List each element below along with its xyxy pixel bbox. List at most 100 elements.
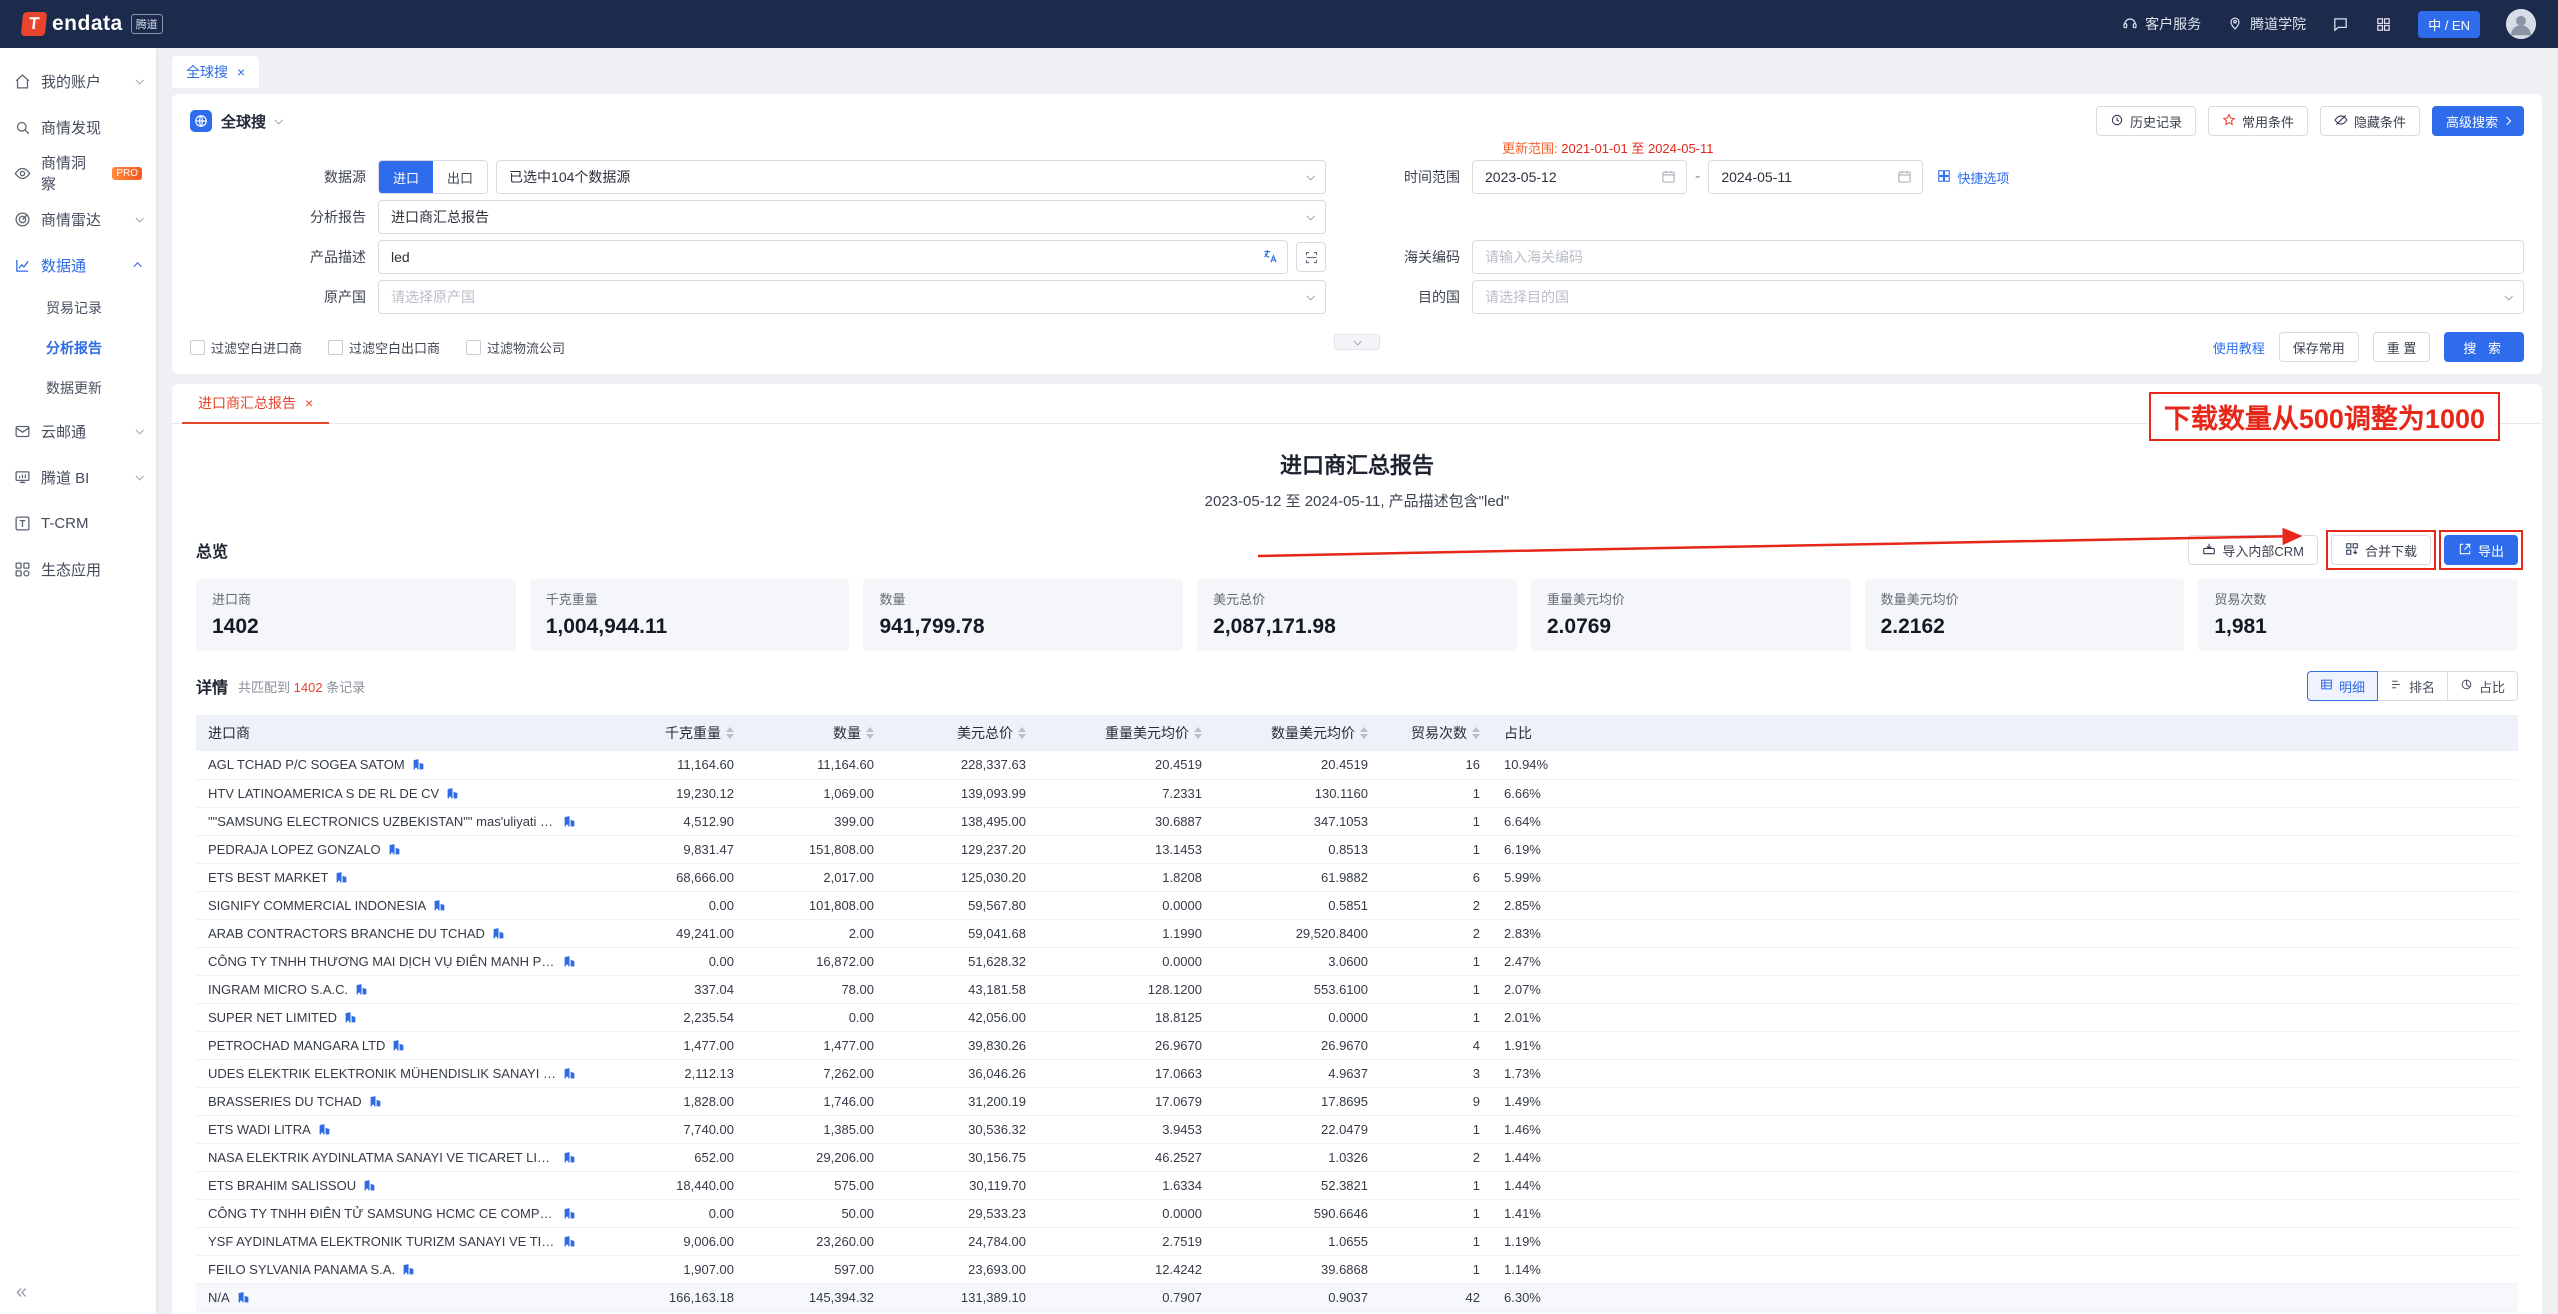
table-row[interactable]: NASA ELEKTRIK AYDINLATMA SANAYI VE TICAR… <box>196 1143 2518 1171</box>
column-header[interactable]: 千克重量 <box>588 715 746 751</box>
product-input[interactable] <box>378 240 1288 274</box>
sidebar-item-analysis-reports[interactable]: 分析报告 <box>0 328 156 368</box>
sidebar-item-data-updates[interactable]: 数据更新 <box>0 368 156 408</box>
checkbox[interactable] <box>328 340 343 355</box>
destination-country-select[interactable]: 请选择目的国 <box>1472 280 2524 314</box>
reset-button[interactable]: 重 置 <box>2373 332 2431 362</box>
sidebar-collapse-button[interactable] <box>16 1281 27 1304</box>
company-name[interactable]: CÔNG TY TNHH THƯƠNG MAI DỊCH VỤ ĐIÊN MAN… <box>208 954 556 969</box>
filter-blank-importer[interactable]: 过滤空白进口商 <box>190 338 302 357</box>
sort-icon[interactable] <box>1472 727 1480 739</box>
company-detail-icon[interactable] <box>446 787 459 800</box>
column-header[interactable]: 贸易次数 <box>1380 715 1492 751</box>
company-name[interactable]: PEDRAJA LOPEZ GONZALO <box>208 842 381 857</box>
company-name[interactable]: ETS WADI LITRA <box>208 1122 311 1137</box>
column-header[interactable]: 数量美元均价 <box>1214 715 1380 751</box>
sort-icon[interactable] <box>1194 727 1202 739</box>
table-row[interactable]: ETS BEST MARKET68,666.002,017.00125,030.… <box>196 863 2518 891</box>
sidebar-item-insight[interactable]: 商情洞察 PRO <box>0 150 156 196</box>
sidebar-item-my-account[interactable]: 我的账户 <box>0 58 156 104</box>
view-ratio-button[interactable]: 占比 <box>2447 671 2518 701</box>
company-name[interactable]: FEILO SYLVANIA PANAMA S.A. <box>208 1262 395 1277</box>
quick-options-link[interactable]: 快捷选项 <box>1937 168 2009 187</box>
company-name[interactable]: SIGNIFY COMMERCIAL INDONESIA <box>208 898 426 913</box>
export-button[interactable]: 导出 <box>2444 535 2518 565</box>
report-type-select[interactable]: 进口商汇总报告 <box>378 200 1326 234</box>
table-row[interactable]: ETS BRAHIM SALISSOU18,440.00575.0030,119… <box>196 1171 2518 1199</box>
company-detail-icon[interactable] <box>492 927 505 940</box>
sidebar-item-trade-records[interactable]: 贸易记录 <box>0 288 156 328</box>
column-header[interactable]: 重量美元均价 <box>1038 715 1214 751</box>
company-detail-icon[interactable] <box>563 1151 576 1164</box>
company-detail-icon[interactable] <box>237 1291 250 1304</box>
checkbox[interactable] <box>190 340 205 355</box>
column-header[interactable]: 美元总价 <box>886 715 1038 751</box>
tab-global-search[interactable]: 全球搜 <box>172 56 259 88</box>
filter-blank-exporter[interactable]: 过滤空白出口商 <box>328 338 440 357</box>
column-header[interactable]: 数量 <box>746 715 886 751</box>
import-crm-button[interactable]: 导入内部CRM <box>2188 535 2318 565</box>
view-detail-button[interactable]: 明细 <box>2307 671 2378 701</box>
translate-icon[interactable] <box>1262 248 1279 265</box>
company-name[interactable]: YSF AYDINLATMA ELEKTRONIK TURIZM SANAYI … <box>208 1234 556 1249</box>
filter-logistics[interactable]: 过滤物流公司 <box>466 338 565 357</box>
sort-icon[interactable] <box>1360 727 1368 739</box>
sidebar-item-bi[interactable]: 腾道 BI <box>0 454 156 500</box>
company-name[interactable]: ETS BEST MARKET <box>208 870 328 885</box>
history-button[interactable]: 历史记录 <box>2096 106 2196 136</box>
company-name[interactable]: INGRAM MICRO S.A.C. <box>208 982 348 997</box>
company-detail-icon[interactable] <box>369 1095 382 1108</box>
table-row[interactable]: BRASSERIES DU TCHAD1,828.001,746.0031,20… <box>196 1087 2518 1115</box>
table-row[interactable]: AGL TCHAD P/C SOGEA SATOM11,164.6011,164… <box>196 751 2518 779</box>
tutorial-link[interactable]: 使用教程 <box>2213 338 2265 357</box>
apps-icon[interactable] <box>2375 16 2392 33</box>
chevron-down-icon[interactable] <box>274 116 282 124</box>
sort-icon[interactable] <box>866 727 874 739</box>
table-row[interactable]: ""SAMSUNG ELECTRONICS UZBEKISTAN"" mas'u… <box>196 807 2518 835</box>
company-name[interactable]: BRASSERIES DU TCHAD <box>208 1094 362 1109</box>
hscode-input[interactable] <box>1472 240 2524 274</box>
advanced-search-button[interactable]: 高级搜索 <box>2432 106 2524 136</box>
company-detail-icon[interactable] <box>402 1263 415 1276</box>
table-row[interactable]: SUPER NET LIMITED2,235.540.0042,056.0018… <box>196 1003 2518 1031</box>
sidebar-item-data-hub[interactable]: 数据通 <box>0 242 156 288</box>
favorites-button[interactable]: 常用条件 <box>2208 106 2308 136</box>
company-name[interactable]: ARAB CONTRACTORS BRANCHE DU TCHAD <box>208 926 485 941</box>
table-row[interactable]: HTV LATINOAMERICA S DE RL DE CV19,230.12… <box>196 779 2518 807</box>
company-detail-icon[interactable] <box>363 1179 376 1192</box>
company-detail-icon[interactable] <box>344 1011 357 1024</box>
view-rank-button[interactable]: 排名 <box>2377 671 2448 701</box>
company-detail-icon[interactable] <box>563 815 576 828</box>
close-icon[interactable] <box>237 64 245 80</box>
table-row[interactable]: UDES ELEKTRIK ELEKTRONIK MÜHENDISLIK SAN… <box>196 1059 2518 1087</box>
import-toggle[interactable]: 进口 <box>379 161 433 193</box>
company-detail-icon[interactable] <box>392 1039 405 1052</box>
company-detail-icon[interactable] <box>355 983 368 996</box>
sidebar-item-cloud-mail[interactable]: 云邮通 <box>0 408 156 454</box>
date-to-input[interactable]: 2024-05-11 <box>1708 160 1923 194</box>
sort-icon[interactable] <box>1018 727 1026 739</box>
sidebar-item-discovery[interactable]: 商情发现 <box>0 104 156 150</box>
hide-conditions-button[interactable]: 隐藏条件 <box>2320 106 2420 136</box>
table-row[interactable]: INGRAM MICRO S.A.C.337.0478.0043,181.581… <box>196 975 2518 1003</box>
company-detail-icon[interactable] <box>433 899 446 912</box>
table-row[interactable]: YSF AYDINLATMA ELEKTRONIK TURIZM SANAYI … <box>196 1227 2518 1255</box>
company-detail-icon[interactable] <box>563 955 576 968</box>
sidebar-item-tcrm[interactable]: T-CRM <box>0 500 156 546</box>
sidebar-item-radar[interactable]: 商情雷达 <box>0 196 156 242</box>
company-name[interactable]: HTV LATINOAMERICA S DE RL DE CV <box>208 786 439 801</box>
table-row[interactable]: PETROCHAD MANGARA LTD1,477.001,477.0039,… <box>196 1031 2518 1059</box>
company-detail-icon[interactable] <box>563 1235 576 1248</box>
export-toggle[interactable]: 出口 <box>433 161 487 193</box>
merge-download-button[interactable]: 合并下载 <box>2331 535 2431 565</box>
company-name[interactable]: N/A <box>208 1290 230 1305</box>
company-detail-icon[interactable] <box>318 1123 331 1136</box>
company-name[interactable]: ETS BRAHIM SALISSOU <box>208 1178 356 1193</box>
sidebar-item-eco-apps[interactable]: 生态应用 <box>0 546 156 592</box>
table-row[interactable]: FEILO SYLVANIA PANAMA S.A.1,907.00597.00… <box>196 1255 2518 1283</box>
company-detail-icon[interactable] <box>563 1207 576 1220</box>
tab-importer-summary-report[interactable]: 进口商汇总报告 <box>182 384 329 424</box>
origin-country-select[interactable]: 请选择原产国 <box>378 280 1326 314</box>
academy-link[interactable]: 腾道学院 <box>2227 14 2306 34</box>
datasource-select[interactable]: 已选中104个数据源 <box>496 160 1326 194</box>
